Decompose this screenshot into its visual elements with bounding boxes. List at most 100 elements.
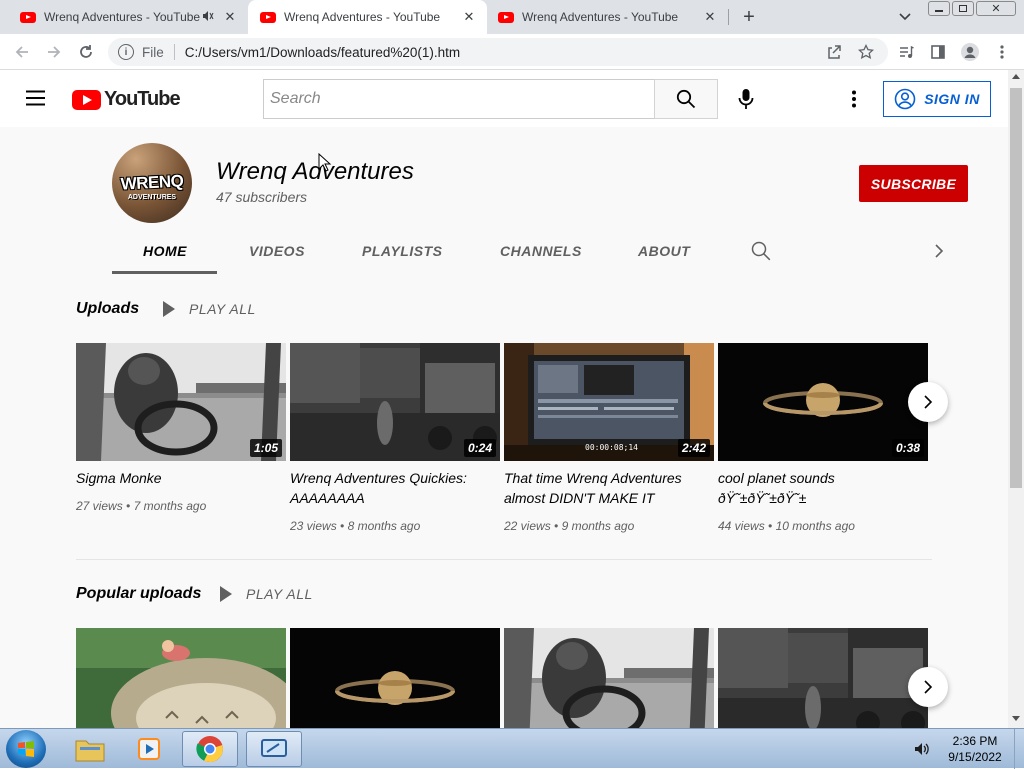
upload-age: 10 months ago (775, 519, 855, 533)
video-thumbnail[interactable]: 1:05 (76, 343, 286, 461)
channel-header: WRENQ ADVENTURES Wrenq Adventures 47 sub… (72, 127, 1008, 274)
channel-search-icon[interactable] (751, 241, 771, 261)
media-player-icon (138, 738, 160, 760)
page-scrollbar[interactable] (1008, 70, 1024, 728)
window-app-icon (261, 739, 287, 757)
folder-icon (75, 740, 105, 762)
browser-tab-3[interactable]: Wrenq Adventures - YouTube ✕ (488, 0, 728, 34)
browser-menu-icon[interactable] (990, 40, 1014, 64)
reload-button[interactable] (74, 40, 98, 64)
chevron-right-icon (924, 680, 933, 694)
taskbar-media-player[interactable] (122, 731, 178, 767)
channel-name: Wrenq Adventures (216, 158, 414, 185)
play-icon (220, 586, 232, 602)
scroll-up-arrow-icon[interactable] (1012, 74, 1020, 79)
shelf-title-uploads[interactable]: Uploads (76, 300, 139, 318)
play-all-popular-button[interactable]: PLAY ALL (220, 586, 313, 602)
shelf-title-popular-uploads[interactable]: Popular uploads (76, 585, 201, 603)
system-clock[interactable]: 2:36 PM 9/15/2022 (940, 733, 1010, 765)
video-title[interactable]: Sigma Monke (76, 468, 281, 488)
tab-home[interactable]: HOME (143, 243, 187, 259)
play-icon (163, 301, 175, 317)
share-icon[interactable] (822, 40, 846, 64)
voice-search-mic-icon[interactable] (736, 88, 756, 110)
settings-more-icon[interactable] (851, 90, 857, 108)
search-button[interactable] (654, 79, 718, 119)
show-desktop-button[interactable] (1014, 729, 1024, 769)
media-control-icon[interactable] (894, 40, 918, 64)
timecode-overlay-text: 00:00:08;14 (585, 443, 638, 452)
close-tab-icon[interactable]: ✕ (222, 9, 238, 25)
avatar-logo-text: WRENQ (120, 171, 184, 194)
youtube-logo[interactable]: YouTube (72, 88, 181, 111)
profile-avatar-icon[interactable] (958, 40, 982, 64)
active-tab-underline (112, 271, 217, 274)
view-count: 27 views (76, 499, 123, 513)
browser-toolbar: i File C:/Users/vm1/Downloads/featured%2… (0, 34, 1024, 70)
account-circle-icon (894, 88, 916, 110)
tab-search-chevron-icon[interactable] (896, 9, 914, 25)
back-button[interactable] (10, 40, 34, 64)
url-text[interactable]: C:/Users/vm1/Downloads/featured%20(1).ht… (185, 45, 460, 60)
windows-logo-icon (18, 741, 34, 757)
new-tab-button[interactable]: + (738, 5, 760, 29)
forward-button[interactable] (42, 40, 66, 64)
play-all-label: PLAY ALL (246, 586, 313, 602)
tab-channels[interactable]: CHANNELS (500, 243, 582, 259)
video-thumbnail[interactable] (718, 628, 928, 728)
street-scene-thumbnail-image (718, 628, 928, 728)
search-input[interactable]: Search (263, 79, 655, 119)
clock-time: 2:36 PM (952, 734, 998, 748)
minimize-button[interactable] (928, 1, 950, 16)
sign-in-button[interactable]: SIGN IN (883, 81, 991, 117)
video-thumbnail[interactable] (504, 628, 714, 728)
taskbar-file-explorer[interactable] (62, 731, 118, 767)
tab-playlists[interactable]: PLAYLISTS (362, 243, 442, 259)
omnibox-divider (173, 44, 175, 60)
close-tab-icon[interactable]: ✕ (461, 9, 477, 25)
browser-tab-1[interactable]: Wrenq Adventures - YouTube ✕ (0, 0, 248, 34)
youtube-wordmark: YouTube (104, 88, 181, 110)
address-bar[interactable]: i File C:/Users/vm1/Downloads/featured%2… (108, 38, 888, 66)
side-panel-icon[interactable] (926, 40, 950, 64)
youtube-masthead: YouTube Search SIGN IN (0, 70, 1008, 127)
tab-about[interactable]: ABOUT (638, 243, 690, 259)
scrollbar-thumb[interactable] (1010, 88, 1022, 488)
video-thumbnail[interactable]: 00:00:08;14 2:42 (504, 343, 714, 461)
subscribe-button[interactable]: SUBSCRIBE (859, 165, 968, 202)
monkey-driving-thumbnail-image (504, 628, 714, 728)
tabs-scroll-right-chevron-icon[interactable] (932, 243, 946, 259)
totoro-thumbnail-image (76, 628, 286, 728)
video-thumbnail[interactable]: 0:38 (718, 343, 928, 461)
volume-speaker-icon[interactable] (914, 741, 930, 757)
upload-age: 8 months ago (347, 519, 421, 533)
close-window-button[interactable]: ✕ (976, 1, 1016, 16)
upload-age: 9 months ago (561, 519, 635, 533)
info-icon[interactable]: i (118, 44, 134, 60)
video-thumbnail[interactable]: 0:24 (290, 343, 500, 461)
youtube-play-icon (72, 89, 101, 110)
taskbar-remote-app[interactable] (246, 731, 302, 767)
video-title[interactable]: cool planet sounds ðŸ˜±ðŸ˜±ðŸ˜± (718, 468, 868, 508)
video-thumbnail[interactable] (290, 628, 500, 728)
play-all-uploads-button[interactable]: PLAY ALL (163, 301, 256, 317)
view-count: 22 views (504, 519, 551, 533)
video-title[interactable]: Wrenq Adventures Quickies: AAAAAAAA (290, 468, 495, 508)
start-button[interactable] (6, 730, 46, 768)
bookmark-star-icon[interactable] (854, 40, 878, 64)
video-duration: 2:42 (677, 439, 710, 457)
restore-button[interactable] (952, 1, 974, 16)
close-tab-icon[interactable]: ✕ (702, 9, 718, 25)
hamburger-menu-icon[interactable] (26, 90, 46, 106)
video-thumbnail[interactable] (76, 628, 286, 728)
popular-next-button[interactable] (908, 667, 948, 707)
taskbar-chrome[interactable] (182, 731, 238, 767)
video-title[interactable]: That time Wrenq Adventures almost DIDN'T… (504, 468, 709, 508)
uploads-next-button[interactable] (908, 382, 948, 422)
speaker-icon[interactable] (202, 10, 214, 25)
channel-avatar[interactable]: WRENQ ADVENTURES (112, 143, 192, 223)
scroll-down-arrow-icon[interactable] (1012, 716, 1020, 721)
browser-tab-2[interactable]: Wrenq Adventures - YouTube ✕ (248, 0, 487, 34)
shelf-divider (76, 559, 932, 560)
tab-videos[interactable]: VIDEOS (249, 243, 305, 259)
